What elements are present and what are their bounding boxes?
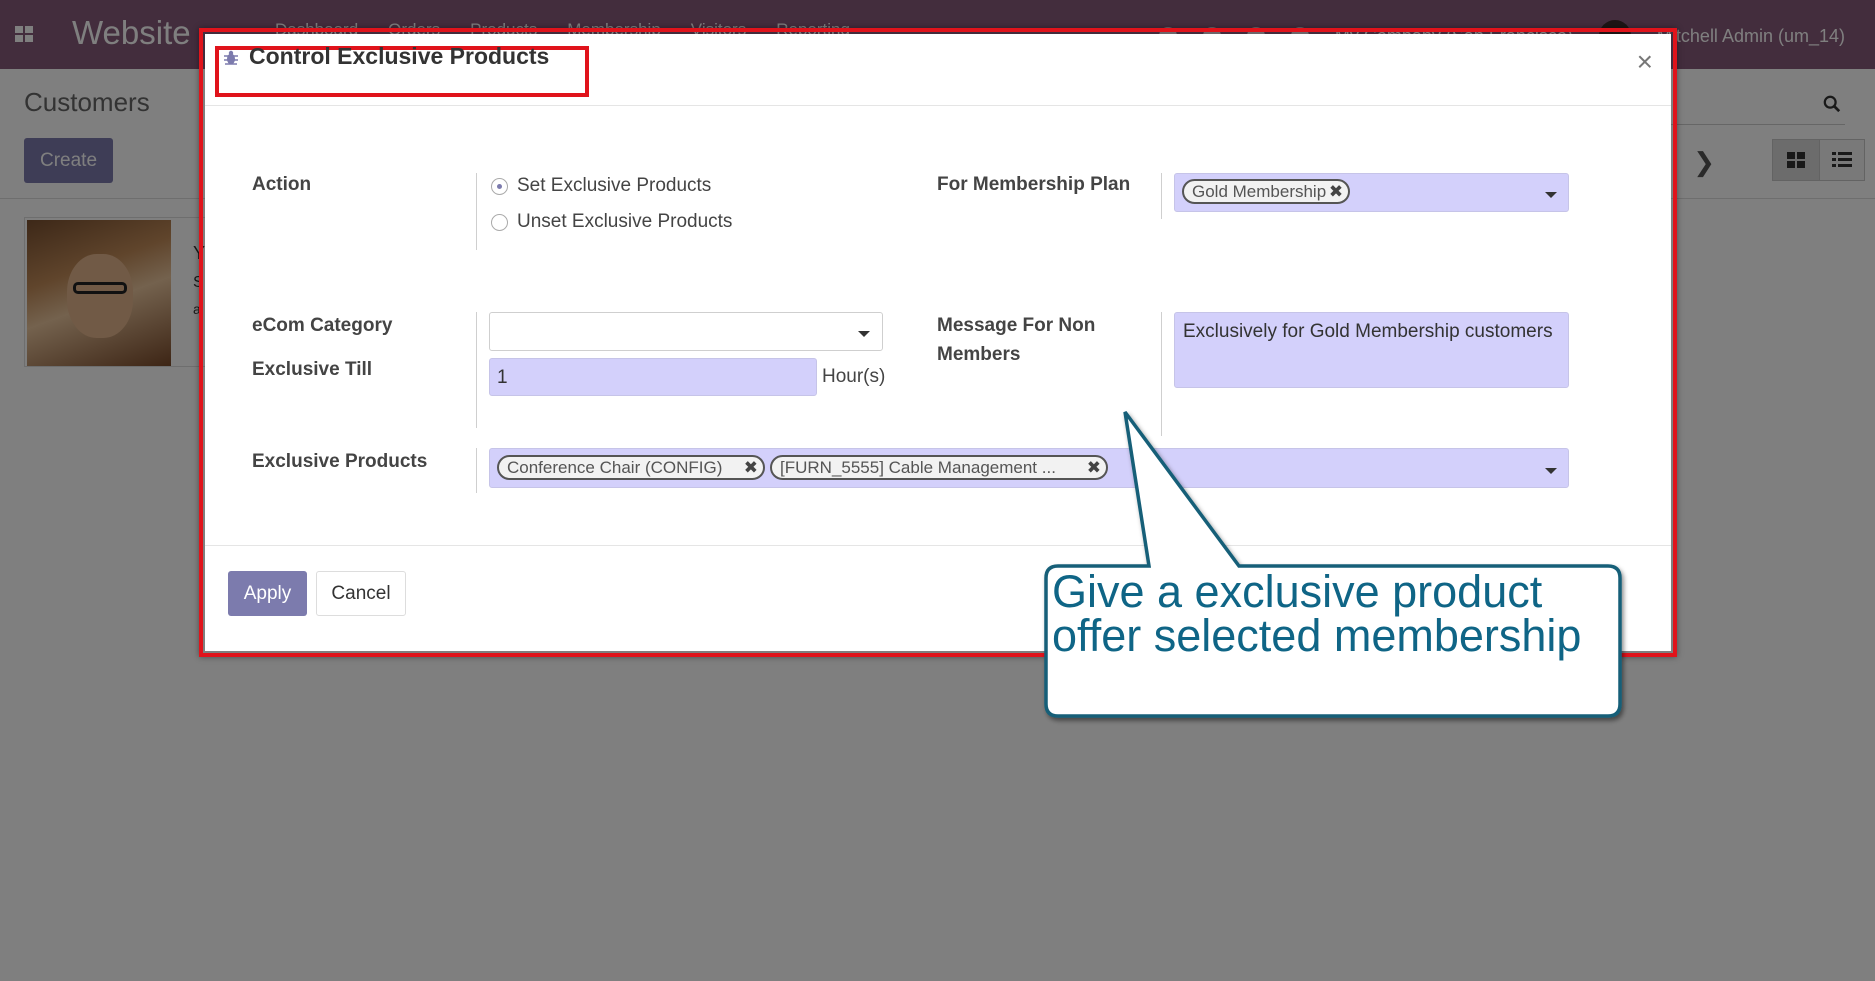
- membership-plan-field[interactable]: Gold Membership ✖: [1174, 173, 1569, 212]
- exclusive-till-label: Exclusive Till: [252, 359, 373, 380]
- action-separator: [476, 173, 477, 250]
- modal-header: Control Exclusive Products ×: [205, 34, 1671, 106]
- message-non-members-textarea[interactable]: Exclusively for Gold Membership customer…: [1174, 312, 1569, 388]
- message-non-members-label: Message For Non Members: [937, 315, 1096, 365]
- remove-tag-icon[interactable]: ✖: [744, 457, 758, 478]
- product-tag[interactable]: Conference Chair (CONFIG) ✖: [497, 455, 765, 480]
- modal-title: Control Exclusive Products: [249, 43, 550, 69]
- radio-unset-exclusive[interactable]: Unset Exclusive Products: [491, 211, 732, 233]
- chevron-down-icon[interactable]: [858, 331, 870, 337]
- remove-tag-icon[interactable]: ✖: [1087, 457, 1101, 478]
- cancel-button[interactable]: Cancel: [316, 571, 406, 616]
- chevron-down-icon[interactable]: [1545, 192, 1557, 198]
- close-icon[interactable]: ×: [1637, 48, 1653, 76]
- radio-unset-label: Unset Exclusive Products: [517, 211, 733, 232]
- chevron-down-icon[interactable]: [1545, 468, 1557, 474]
- product-tag-label-2: [FURN_5555] Cable Management ...: [780, 458, 1056, 477]
- control-exclusive-products-dialog: Control Exclusive Products × Action Set …: [205, 34, 1671, 651]
- radio-set-exclusive[interactable]: Set Exclusive Products: [491, 175, 711, 197]
- products-separator: [476, 448, 477, 493]
- exclusive-products-label: Exclusive Products: [252, 451, 428, 472]
- hours-unit-label: Hour(s): [822, 366, 886, 387]
- exclusive-till-value: 1: [497, 367, 508, 388]
- apply-button[interactable]: Apply: [228, 571, 307, 616]
- ecom-category-select[interactable]: [489, 312, 883, 351]
- membership-tag[interactable]: Gold Membership ✖: [1182, 179, 1351, 204]
- radio-button-set[interactable]: [491, 177, 508, 195]
- callout-text: Give a exclusive product offer selected …: [1052, 566, 1582, 661]
- bug-icon: [224, 50, 238, 65]
- ecom-category-label: eCom Category: [252, 315, 393, 336]
- action-label: Action: [252, 174, 312, 195]
- membership-plan-label: For Membership Plan: [937, 174, 1131, 195]
- ecom-separator: [476, 312, 477, 428]
- remove-tag-icon[interactable]: ✖: [1329, 181, 1343, 202]
- product-tag[interactable]: [FURN_5555] Cable Management ... ✖: [770, 455, 1108, 480]
- membership-tag-label: Gold Membership: [1192, 182, 1327, 201]
- message-separator: [1161, 312, 1162, 436]
- radio-button-unset[interactable]: [491, 213, 508, 231]
- message-non-members-value: Exclusively for Gold Membership customer…: [1183, 321, 1553, 342]
- exclusive-products-field[interactable]: Conference Chair (CONFIG) ✖ [FURN_5555] …: [489, 448, 1569, 488]
- membership-separator: [1161, 173, 1162, 219]
- radio-set-label: Set Exclusive Products: [517, 175, 712, 196]
- exclusive-till-input[interactable]: 1: [489, 358, 817, 396]
- product-tag-label-1: Conference Chair (CONFIG): [507, 458, 723, 477]
